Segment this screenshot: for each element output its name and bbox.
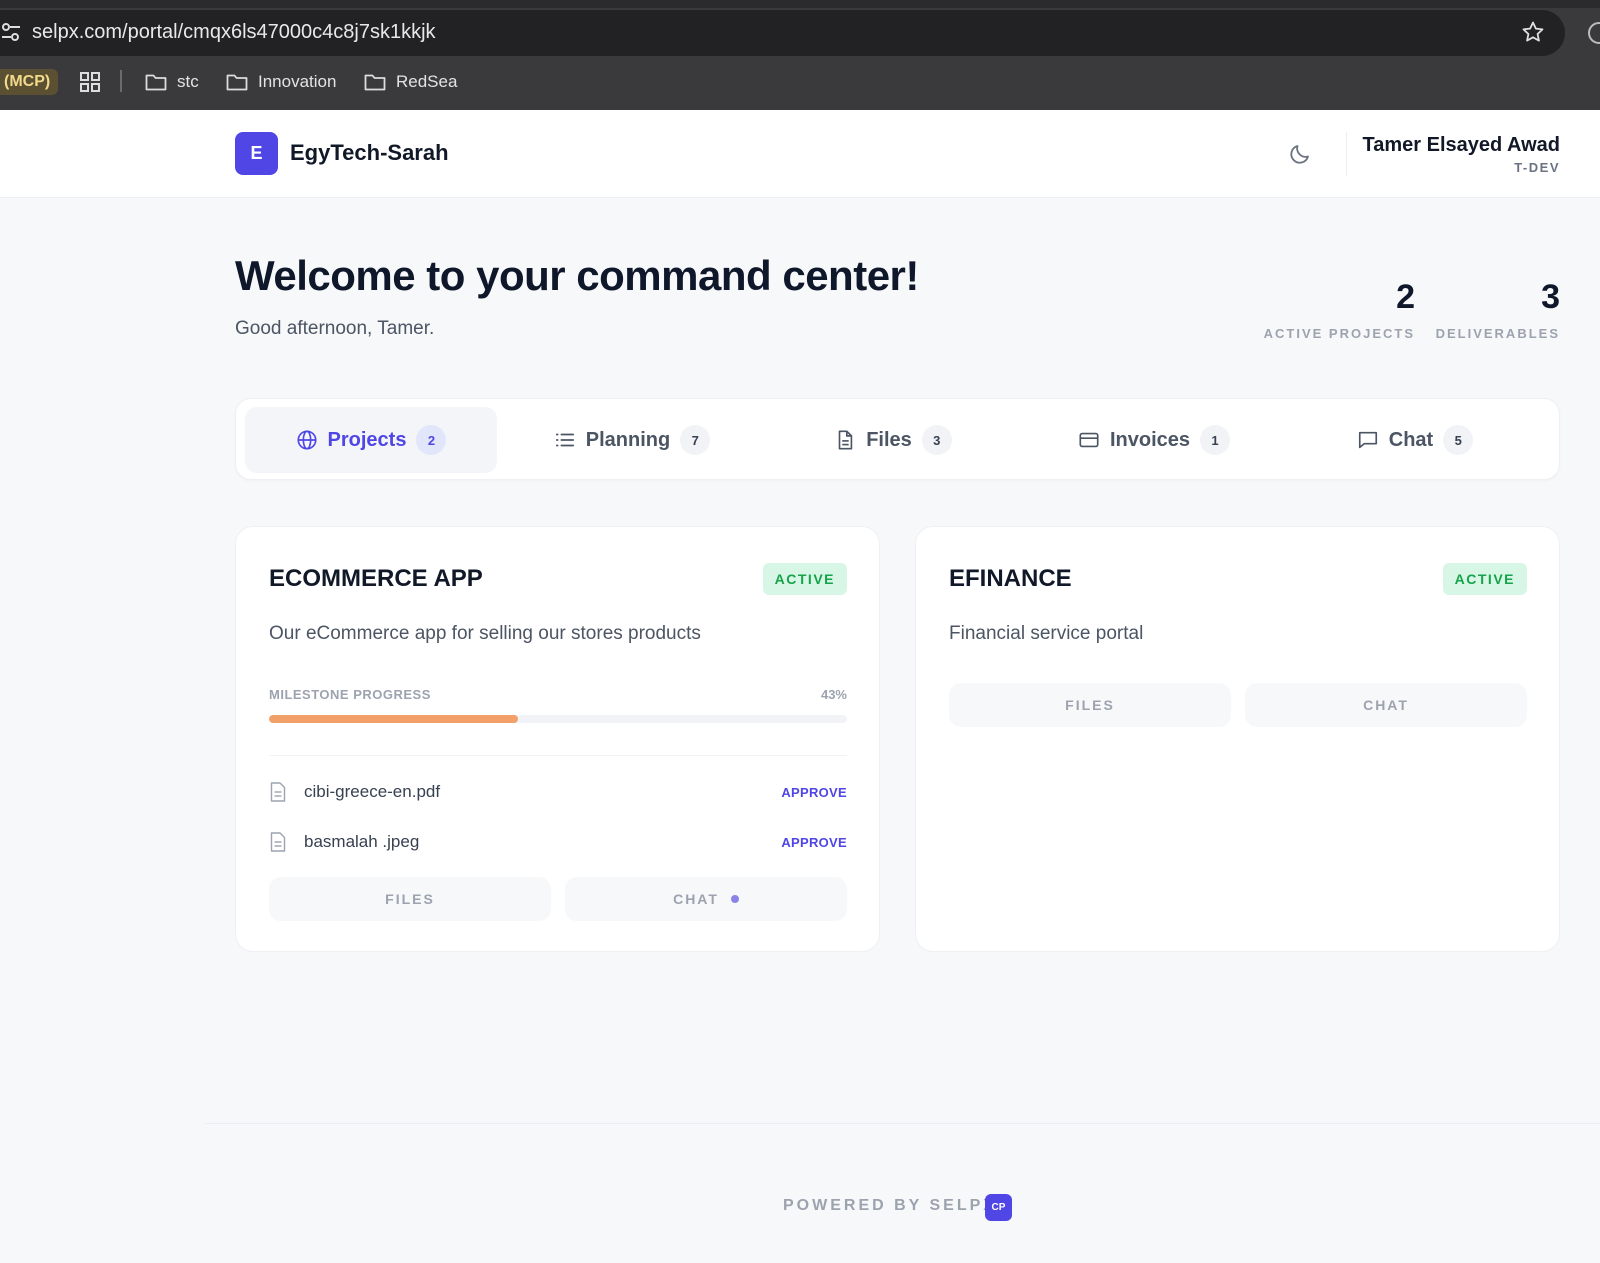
unread-dot (730, 895, 739, 903)
footer-divider (205, 1123, 1600, 1124)
tab-planning[interactable]: Planning 7 (506, 407, 758, 473)
address-bar[interactable]: selpx.com/portal/cmqx6ls47000c4c8j7sk1kk… (0, 10, 1565, 56)
chat-icon (1358, 431, 1377, 449)
section-tabs: Projects 2 Planning 7 Files 3 Invoices 1 (235, 398, 1560, 480)
selpx-logo[interactable]: CP (985, 1194, 1012, 1221)
user-name[interactable]: Tamer Elsayed Awad (1363, 134, 1561, 157)
project-card-efinance: EFINANCE ACTIVE Financial service portal… (915, 526, 1560, 952)
approve-button[interactable]: APPROVE (781, 835, 847, 850)
tab-label: Chat (1388, 428, 1434, 451)
approve-button[interactable]: APPROVE (781, 785, 847, 800)
button-label: CHAT (673, 891, 719, 907)
status-badge: ACTIVE (1442, 563, 1527, 595)
tab-count-badge: 2 (416, 425, 447, 455)
site-settings-icon[interactable] (2, 22, 20, 42)
bookmark-folder-redsea[interactable]: RedSea (364, 68, 457, 96)
url-text[interactable]: selpx.com/portal/cmqx6ls47000c4c8j7sk1kk… (32, 21, 436, 44)
button-label: FILES (385, 891, 435, 907)
file-name[interactable]: basmalah .jpeg (304, 832, 419, 852)
stat-active-projects: 2 ACTIVE PROJECTS (1264, 280, 1415, 341)
globe-icon (296, 430, 317, 450)
folder-icon (145, 74, 167, 91)
tab-label: Invoices (1109, 428, 1191, 451)
document-icon (838, 430, 853, 450)
powered-by-text: POWERED BY SELPX (783, 1197, 997, 1214)
tab-files[interactable]: Files 3 (767, 407, 1019, 473)
stat-value: 2 (1396, 278, 1415, 316)
tab-label: Files (866, 428, 912, 451)
files-button[interactable]: FILES (269, 877, 551, 921)
project-card-ecommerce-app: ECOMMERCE APP ACTIVE Our eCommerce app f… (235, 526, 880, 952)
progress-percent: 43% (820, 687, 847, 702)
stat-label: DELIVERABLES (1435, 326, 1560, 341)
header-divider (1346, 132, 1347, 176)
page-title: Welcome to your command center! (235, 252, 919, 299)
tab-count-badge: 1 (1200, 425, 1231, 455)
folder-icon (226, 74, 248, 91)
button-label: FILES (1065, 697, 1115, 713)
browser-chrome: selpx.com/portal/cmqx6ls47000c4c8j7sk1kk… (0, 0, 1600, 110)
tab-count-badge: 7 (680, 425, 711, 455)
bookmark-label: stc (177, 72, 199, 91)
file-row: basmalah .jpeg APPROVE (269, 827, 847, 857)
stat-value: 3 (1541, 278, 1560, 316)
tab-label: Projects (327, 428, 407, 451)
profile-globe-icon[interactable] (1588, 22, 1600, 44)
tab-invoices[interactable]: Invoices 1 (1028, 407, 1280, 473)
workspace-logo[interactable]: E (235, 132, 278, 175)
card-divider (269, 755, 847, 756)
progress-label: MILESTONE PROGRESS (269, 687, 431, 702)
chat-button[interactable]: CHAT (1245, 683, 1527, 727)
file-name[interactable]: cibi-greece-en.pdf (304, 782, 440, 802)
project-title[interactable]: EFINANCE (949, 565, 1072, 593)
progress-fill (269, 715, 518, 723)
moon-icon[interactable] (1288, 142, 1312, 166)
tab-projects[interactable]: Projects 2 (245, 407, 497, 473)
app-header: E EgyTech-Sarah Tamer Elsayed Awad T-DEV (0, 110, 1600, 198)
bookmark-folder-innovation[interactable]: Innovation (226, 68, 336, 96)
file-icon (270, 782, 286, 802)
stat-label: ACTIVE PROJECTS (1263, 326, 1415, 341)
tab-strip (0, 0, 1600, 8)
workspace-name[interactable]: EgyTech-Sarah (290, 140, 449, 166)
bookmark-star-icon[interactable] (1521, 20, 1545, 44)
file-icon (270, 832, 286, 852)
stat-deliverables: 3 DELIVERABLES (1436, 280, 1560, 341)
greeting-text: Good afternoon, Tamer. (235, 318, 435, 339)
bookmark-label: Innovation (258, 72, 337, 91)
tab-label: Planning (585, 428, 671, 451)
project-description: Our eCommerce app for selling our stores… (269, 623, 701, 644)
bookmarks-bar: (MCP) stc Innovation RedSea (0, 64, 1600, 100)
project-title[interactable]: ECOMMERCE APP (269, 565, 483, 593)
list-icon (555, 433, 574, 447)
bookmark-label: RedSea (396, 72, 458, 91)
user-role: T-DEV (1514, 160, 1560, 175)
files-button[interactable]: FILES (949, 683, 1231, 727)
file-row: cibi-greece-en.pdf APPROVE (269, 777, 847, 807)
status-badge: ACTIVE (762, 563, 847, 595)
project-description: Financial service portal (949, 623, 1144, 644)
credit-card-icon (1079, 432, 1099, 448)
milestone-progress-bar (269, 715, 847, 723)
bookmark-folder-stc[interactable]: stc (145, 68, 199, 96)
button-label: CHAT (1363, 697, 1409, 713)
folder-icon (364, 74, 386, 91)
tab-chat[interactable]: Chat 5 (1289, 407, 1541, 473)
apps-grid-icon[interactable] (80, 72, 100, 92)
tab-count-badge: 3 (921, 425, 952, 455)
bookmark-mcp[interactable]: (MCP) (0, 69, 59, 95)
tab-count-badge: 5 (1443, 425, 1474, 455)
bookmarks-separator (120, 70, 122, 92)
chat-button[interactable]: CHAT (565, 877, 847, 921)
